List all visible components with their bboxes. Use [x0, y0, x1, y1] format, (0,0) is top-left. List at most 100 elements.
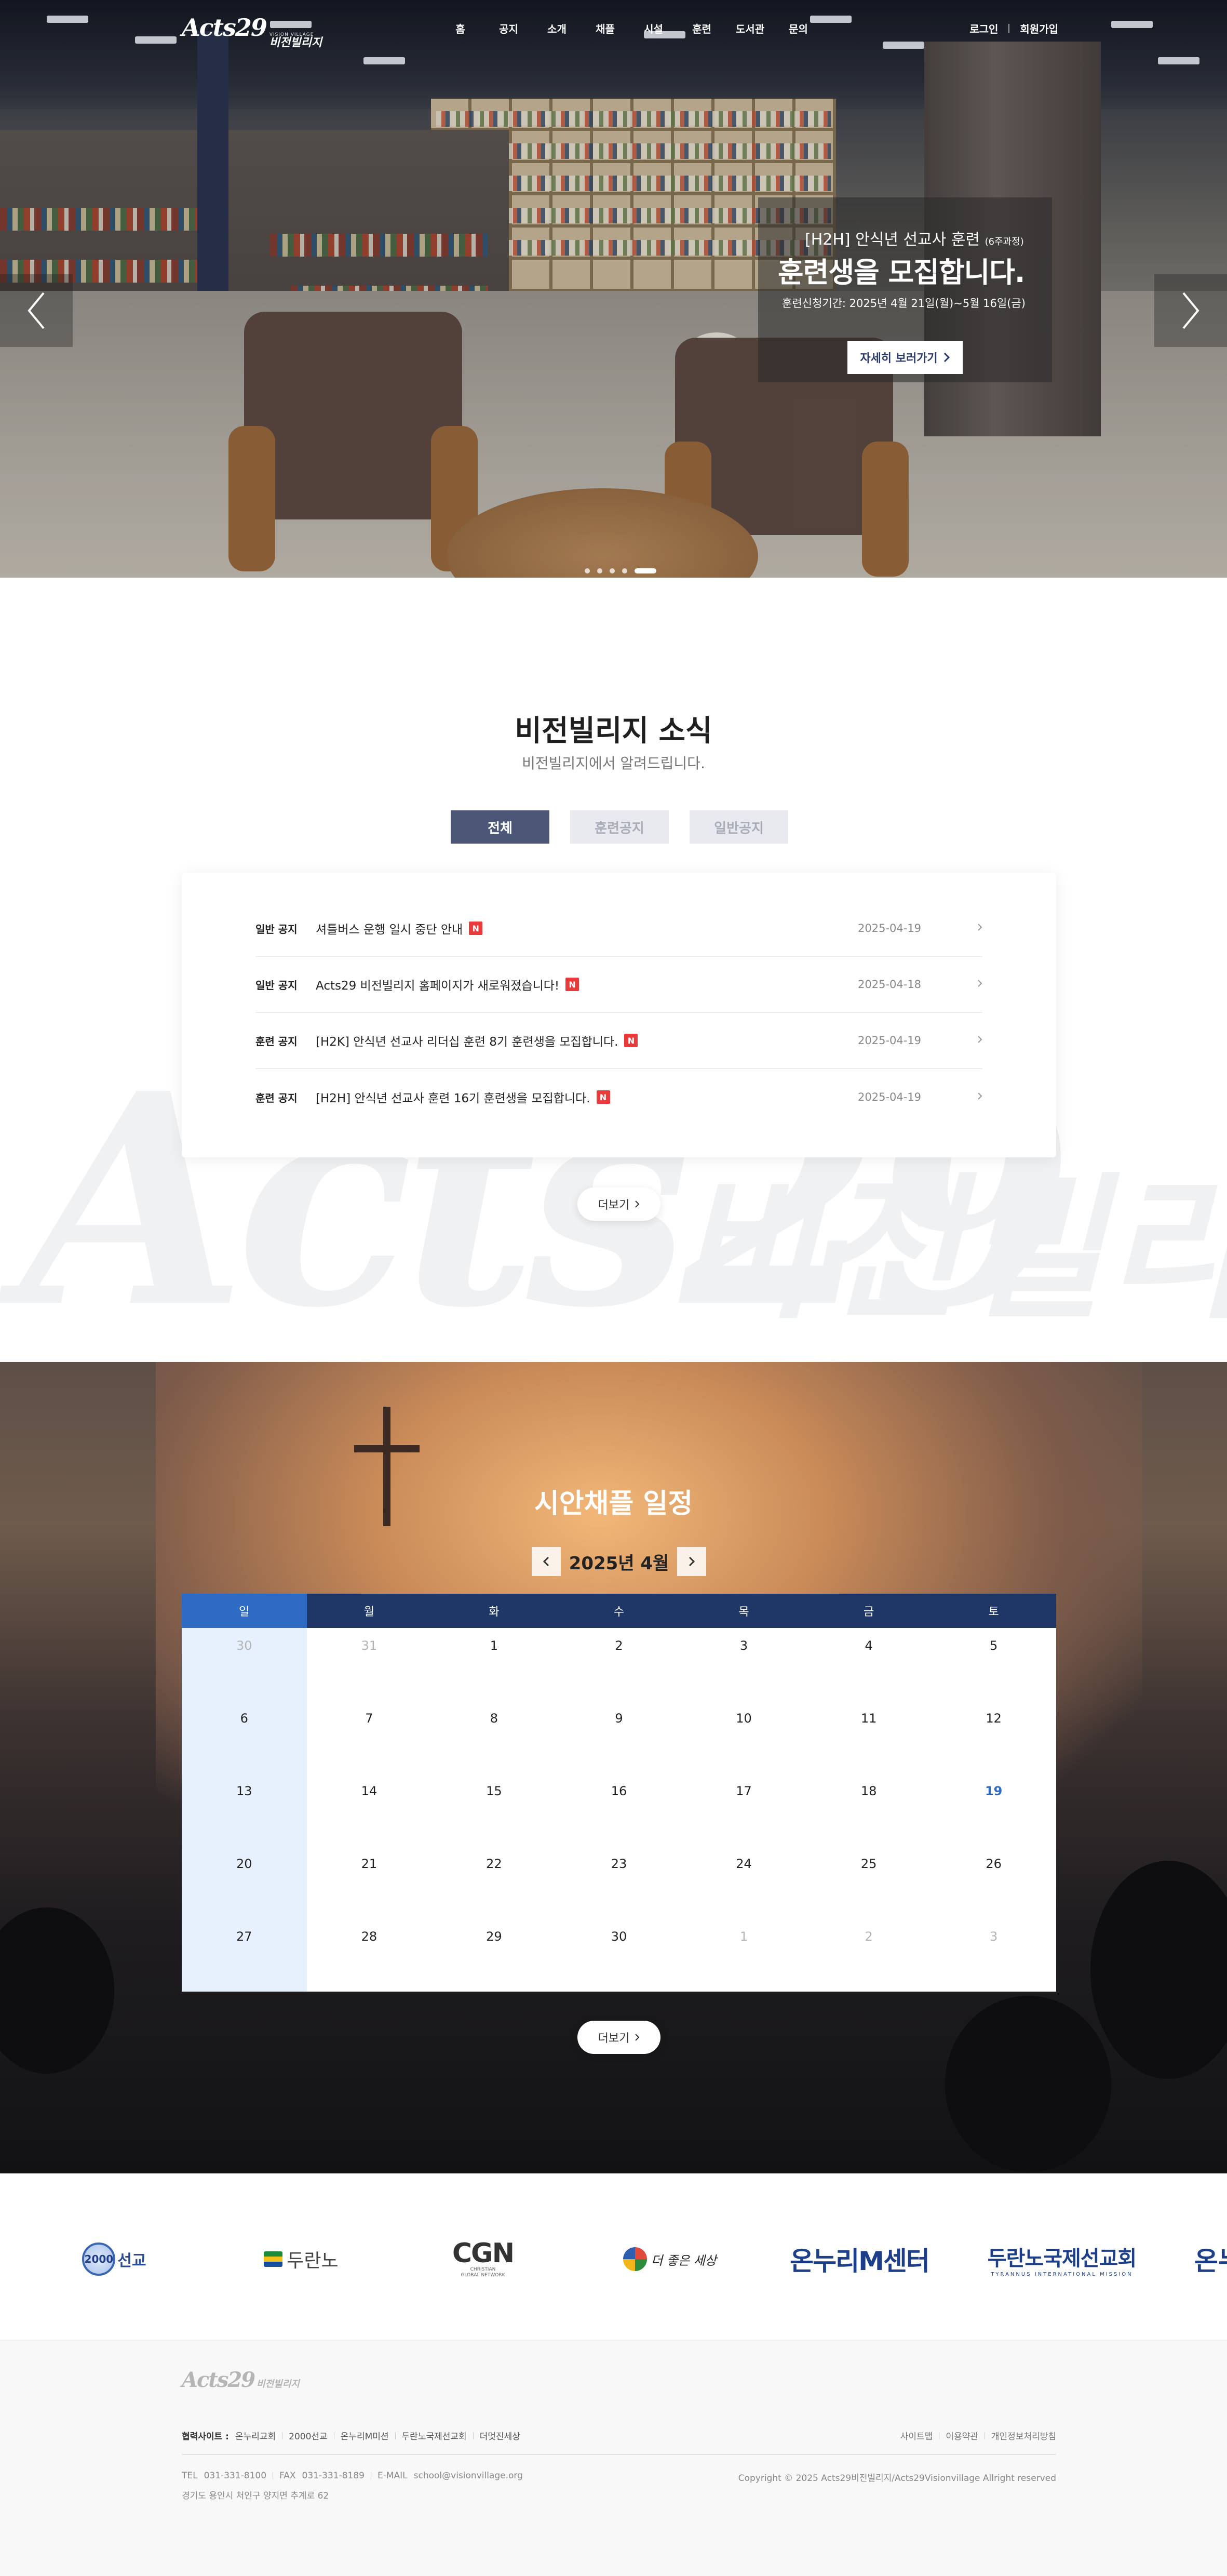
- calendar-day[interactable]: 13: [182, 1773, 307, 1846]
- chapel-schedule-title: 시안채플 일정: [534, 1488, 693, 1519]
- login-link[interactable]: 로그인: [969, 21, 998, 36]
- hero-dot[interactable]: [597, 568, 602, 573]
- calendar-day[interactable]: 3: [681, 1628, 806, 1701]
- calendar-day[interactable]: 29: [432, 1919, 557, 1992]
- calendar-day[interactable]: 27: [182, 1919, 307, 1992]
- next-month-button[interactable]: [677, 1547, 706, 1576]
- privacy-link[interactable]: 개인정보처리방침: [991, 2429, 1056, 2442]
- menu-item-contact[interactable]: 문의: [774, 21, 823, 36]
- footer-logo[interactable]: Acts29 비전빌리지: [182, 2368, 300, 2392]
- calendar-day[interactable]: 1: [681, 1919, 806, 1992]
- calendar-day[interactable]: 17: [681, 1773, 806, 1846]
- hero-prev-button[interactable]: [0, 274, 73, 347]
- news-title: 비전빌리지 소식: [515, 714, 712, 748]
- menu-item-notice[interactable]: 공지: [484, 21, 533, 36]
- news-list-item[interactable]: 일반 공지 셔틀버스 운행 일시 중단 안내 N 2025-04-19: [255, 901, 982, 957]
- top-navigation: Acts29 VISION VILLAGE 비전빌리지 홈 공지 소개 채플 시…: [0, 0, 1227, 57]
- calendar-week-row: 13 14 15 16 17 18 19: [182, 1773, 1056, 1846]
- logo-wordmark: Acts29: [182, 14, 267, 42]
- menu-item-home[interactable]: 홈: [436, 21, 484, 36]
- calendar-day[interactable]: 18: [806, 1773, 932, 1846]
- calendar-day[interactable]: 8: [432, 1701, 557, 1773]
- hero-dot[interactable]: [622, 568, 627, 573]
- tab-general-notice[interactable]: 일반공지: [690, 810, 788, 844]
- calendar-day[interactable]: 15: [432, 1773, 557, 1846]
- calendar-day[interactable]: 12: [931, 1701, 1056, 1773]
- hero-tag-text: [H2H] 안식년 선교사 훈련: [805, 231, 980, 249]
- partner-logo-partial[interactable]: 온누: [1194, 2236, 1227, 2283]
- hero-dot-active[interactable]: [635, 568, 656, 573]
- calendar-day[interactable]: 30: [182, 1628, 307, 1701]
- news-more-label: 더보기: [598, 1199, 630, 1212]
- calendar-day[interactable]: 7: [307, 1701, 432, 1773]
- calendar-day[interactable]: 31: [307, 1628, 432, 1701]
- news-list-item[interactable]: 훈련 공지 [H2K] 안식년 선교사 리더십 훈련 8기 훈련생을 모집합니다…: [255, 1013, 982, 1069]
- calendar-day[interactable]: 4: [806, 1628, 932, 1701]
- calendar-day[interactable]: 25: [806, 1846, 932, 1919]
- calendar-day[interactable]: 23: [557, 1846, 682, 1919]
- calendar-day[interactable]: 6: [182, 1701, 307, 1773]
- calendar-day[interactable]: 2: [806, 1919, 932, 1992]
- menu-item-about[interactable]: 소개: [533, 21, 581, 36]
- partner-logo-tyrannus-mission[interactable]: 두란노국제선교회 TYRANNUS INTERNATIONAL MISSION: [971, 2236, 1153, 2283]
- calendar-day[interactable]: 1: [432, 1628, 557, 1701]
- footer-link[interactable]: 더멋진세상: [480, 2429, 520, 2442]
- news-more-button[interactable]: 더보기: [577, 1187, 660, 1221]
- partner-logo-2000-mission[interactable]: 2000 선교: [73, 2236, 156, 2283]
- footer-policy-links: 사이트맵 이용약관 개인정보처리방침: [900, 2429, 1056, 2442]
- hero-dot[interactable]: [610, 568, 615, 573]
- menu-item-chapel[interactable]: 채플: [581, 21, 629, 36]
- calendar-day-today[interactable]: 19: [931, 1773, 1056, 1846]
- news-list-item[interactable]: 훈련 공지 [H2H] 안식년 선교사 훈련 16기 훈련생을 모집합니다. N…: [255, 1069, 982, 1125]
- weekday-thu: 목: [738, 1606, 749, 1619]
- email-value[interactable]: school@visionvillage.org: [414, 2471, 523, 2481]
- calendar-day[interactable]: 20: [182, 1846, 307, 1919]
- calendar-day[interactable]: 5: [931, 1628, 1056, 1701]
- news-list-item[interactable]: 일반 공지 Acts29 비전빌리지 홈페이지가 새로워졌습니다! N 2025…: [255, 957, 982, 1013]
- hero-dot[interactable]: [585, 568, 590, 573]
- terms-link[interactable]: 이용약관: [946, 2429, 978, 2442]
- footer-link[interactable]: 두란노국제선교회: [402, 2429, 467, 2442]
- calendar-day[interactable]: 11: [806, 1701, 932, 1773]
- calendar-day[interactable]: 30: [557, 1919, 682, 1992]
- partner-logo-onnuri-m-center[interactable]: 온누리M센터: [784, 2236, 935, 2283]
- partner-logo-cgn[interactable]: CGN CHRISTIAN GLOBAL NETWORK: [447, 2236, 519, 2283]
- tab-all[interactable]: 전체: [451, 810, 549, 844]
- hero-detail-button[interactable]: 자세히 보러가기: [847, 341, 963, 374]
- partner-logo-better-world[interactable]: 더 좋은 세상: [613, 2236, 727, 2283]
- hero-banner: Acts29 VISION VILLAGE 비전빌리지 홈 공지 소개 채플 시…: [0, 0, 1227, 578]
- hero-title: 훈련생을 모집합니다.: [778, 256, 1025, 289]
- new-badge: N: [624, 1034, 638, 1047]
- calendar-day[interactable]: 21: [307, 1846, 432, 1919]
- site-logo[interactable]: Acts29 VISION VILLAGE 비전빌리지: [182, 14, 322, 49]
- calendar-day[interactable]: 24: [681, 1846, 806, 1919]
- signup-link[interactable]: 회원가입: [1020, 21, 1058, 36]
- calendar-day[interactable]: 22: [432, 1846, 557, 1919]
- footer-link[interactable]: 2000선교: [289, 2429, 328, 2442]
- calendar-day[interactable]: 28: [307, 1919, 432, 1992]
- hero-caption-box: [H2H] 안식년 선교사 훈련 (6주과정) 훈련생을 모집합니다. 훈련신청…: [758, 197, 1052, 382]
- calendar-day[interactable]: 14: [307, 1773, 432, 1846]
- menu-item-facilities[interactable]: 시설: [629, 21, 678, 36]
- news-title-label: [H2K] 안식년 선교사 리더십 훈련 8기 훈련생을 모집합니다.: [316, 1035, 618, 1049]
- calendar-day[interactable]: 3: [931, 1919, 1056, 1992]
- sitemap-link[interactable]: 사이트맵: [900, 2429, 933, 2442]
- calendar-day[interactable]: 2: [557, 1628, 682, 1701]
- partner-text: 두란노: [287, 2250, 339, 2272]
- prev-month-button[interactable]: [532, 1547, 561, 1576]
- calendar-day[interactable]: 10: [681, 1701, 806, 1773]
- auth-links: 로그인 회원가입: [969, 21, 1058, 36]
- tab-training-notice[interactable]: 훈련공지: [570, 810, 669, 844]
- footer-link[interactable]: 온누리교회: [235, 2429, 276, 2442]
- footer-link[interactable]: 온누리M미션: [341, 2429, 389, 2442]
- hero-next-button[interactable]: [1154, 274, 1227, 347]
- menu-item-library[interactable]: 도서관: [726, 21, 774, 36]
- calendar-more-button[interactable]: 더보기: [577, 2021, 660, 2054]
- calendar-month-label: 2025년 4월: [569, 1553, 669, 1574]
- calendar-day[interactable]: 16: [557, 1773, 682, 1846]
- calendar-day[interactable]: 9: [557, 1701, 682, 1773]
- calendar-day[interactable]: 26: [931, 1846, 1056, 1919]
- fax-label: FAX: [279, 2471, 296, 2481]
- menu-item-training[interactable]: 훈련: [678, 21, 726, 36]
- partner-logo-duranno[interactable]: 두란노: [254, 2236, 348, 2283]
